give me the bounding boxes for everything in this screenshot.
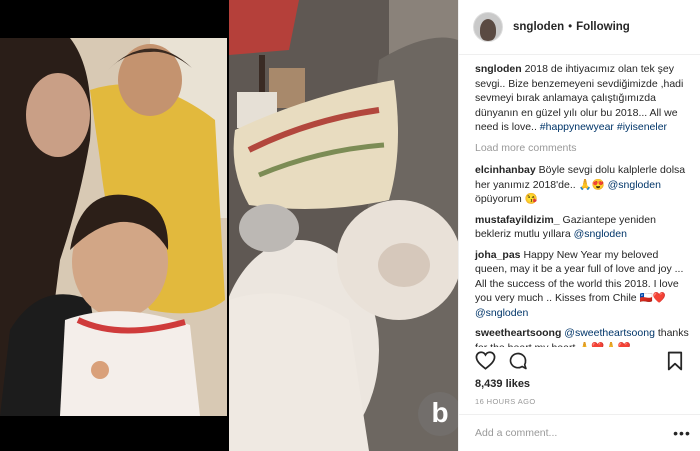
more-options-icon[interactable]: ••• bbox=[673, 425, 691, 441]
comment-icon[interactable] bbox=[508, 351, 528, 376]
caption: sngloden 2018 de ihtiyacımız olan tek şe… bbox=[475, 62, 691, 135]
load-more-comments-link[interactable]: Load more comments bbox=[475, 141, 691, 156]
comment-mention[interactable]: @sngloden bbox=[475, 307, 528, 319]
post-header: sngloden • Following bbox=[459, 0, 700, 55]
post-media[interactable]: b bbox=[0, 0, 458, 451]
avatar[interactable] bbox=[473, 12, 503, 42]
comment-mention[interactable]: @sngloden bbox=[574, 228, 627, 240]
photo-persian-cats bbox=[229, 0, 458, 451]
header-text: sngloden • Following bbox=[513, 21, 630, 33]
comments-section[interactable]: sngloden 2018 de ihtiyacımız olan tek şe… bbox=[459, 62, 700, 347]
header-username[interactable]: sngloden bbox=[513, 21, 564, 33]
post-sidebar: sngloden • Following sngloden 2018 de ihti… bbox=[458, 0, 700, 451]
comment-text-tail: öpüyorum 😘 bbox=[475, 193, 538, 205]
caption-username[interactable]: sngloden bbox=[475, 63, 522, 75]
instagram-post: b sngloden • Following sngloden 2018 de ih… bbox=[0, 0, 700, 451]
header-separator: • bbox=[568, 21, 573, 33]
comment-item: elcinhanbay Böyle sevgi dolu kalplerle d… bbox=[475, 163, 691, 207]
comment-username[interactable]: mustafayildizim_ bbox=[475, 214, 560, 226]
comment-username[interactable]: sweetheartsoong bbox=[475, 327, 561, 339]
comment-mention[interactable]: @sngloden bbox=[608, 179, 661, 191]
action-bar bbox=[459, 349, 700, 375]
comment-item: sweetheartsoong @sweetheartsoong thanks … bbox=[475, 326, 691, 347]
comment-username[interactable]: joha_pas bbox=[475, 249, 521, 261]
likes-count[interactable]: 8,439 likes bbox=[475, 378, 530, 390]
comment-item: mustafayildizim_ Gaziantepe yeniden bekl… bbox=[475, 213, 691, 242]
comment-item: joha_pas Happy New Year my beloved queen… bbox=[475, 248, 691, 321]
watermark-logo: b bbox=[418, 392, 458, 436]
heart-icon[interactable] bbox=[475, 351, 496, 375]
hashtag-link[interactable]: #iyiseneler bbox=[617, 121, 667, 133]
following-button[interactable]: Following bbox=[576, 21, 630, 33]
comment-mention[interactable]: @sweetheartsoong bbox=[564, 327, 655, 339]
post-timestamp[interactable]: 16 HOURS AGO bbox=[475, 397, 536, 406]
add-comment-bar: ••• bbox=[459, 414, 700, 451]
bookmark-icon[interactable] bbox=[667, 351, 683, 376]
photo-woman-with-children bbox=[0, 0, 227, 451]
add-comment-input[interactable] bbox=[475, 427, 673, 439]
comment-username[interactable]: elcinhanbay bbox=[475, 164, 536, 176]
hashtag-link[interactable]: #happynewyear bbox=[540, 121, 614, 133]
